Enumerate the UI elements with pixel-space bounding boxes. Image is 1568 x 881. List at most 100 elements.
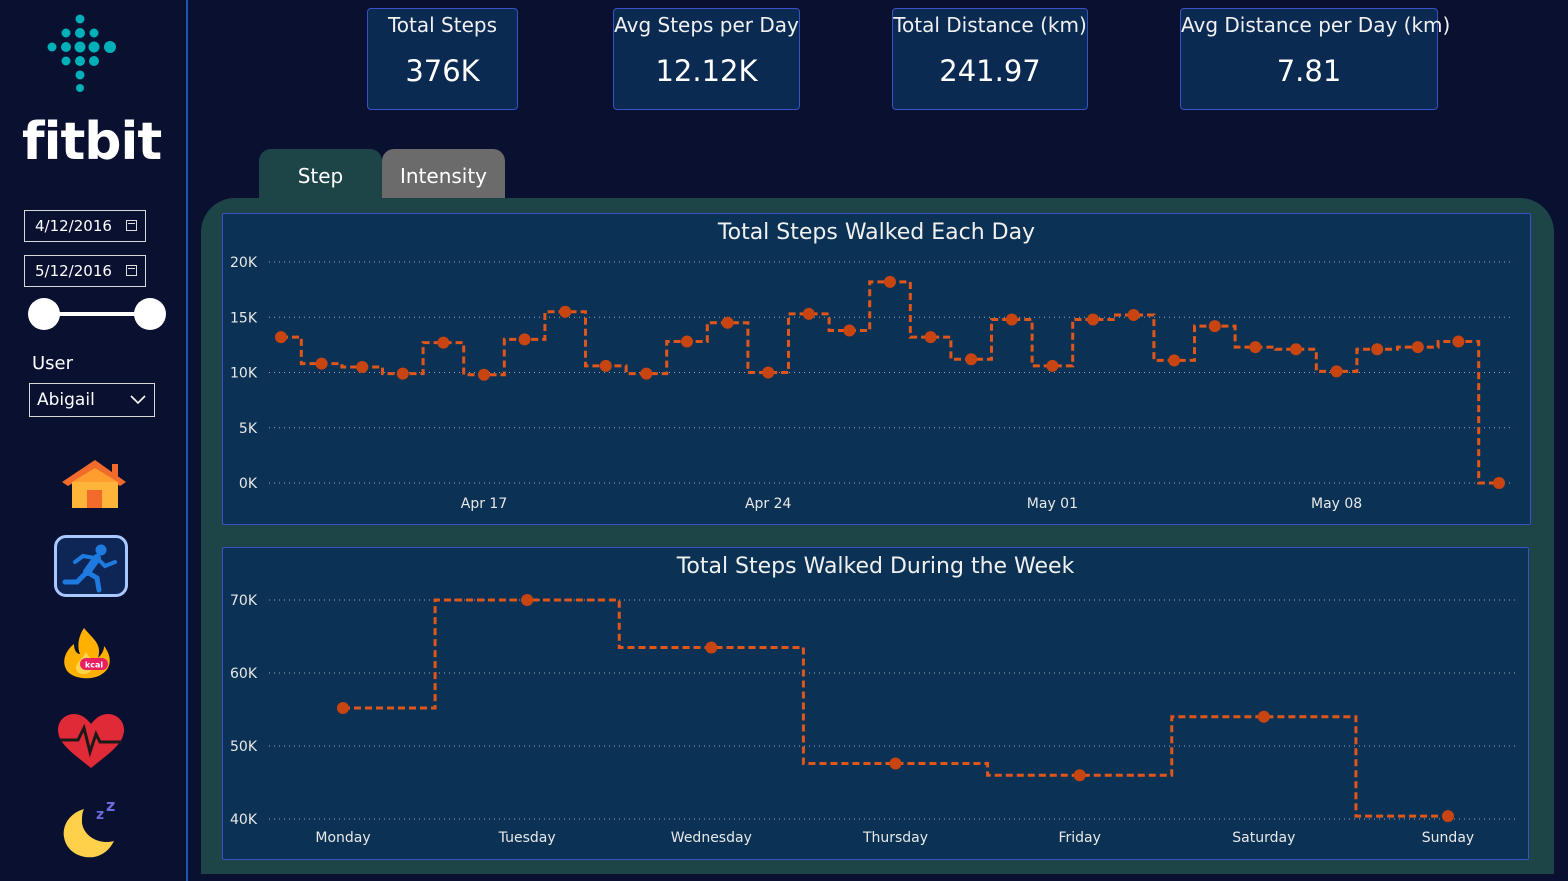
- data-point: [559, 305, 572, 318]
- data-point: [762, 366, 775, 379]
- x-tick-label: Saturday: [1232, 830, 1295, 846]
- chevron-down-icon: [130, 395, 146, 405]
- chart-title: Total Steps Walked During the Week: [676, 554, 1075, 579]
- y-tick-label: 5K: [239, 421, 258, 437]
- start-date-input[interactable]: 4/12/2016: [24, 210, 146, 242]
- kpi-value: 376K: [405, 54, 480, 88]
- data-point: [884, 275, 896, 288]
- running-icon: [62, 544, 117, 593]
- data-point: [1046, 359, 1059, 372]
- home-nav-button[interactable]: [54, 452, 128, 514]
- data-point: [1411, 341, 1424, 354]
- y-tick-label: 10K: [230, 366, 258, 382]
- y-tick-label: 20K: [230, 255, 258, 271]
- kpi-value: 12.12K: [655, 54, 758, 88]
- data-point: [599, 359, 612, 372]
- data-point: [1168, 354, 1181, 367]
- series-line: [343, 598, 1448, 818]
- data-point: [1208, 320, 1221, 333]
- svg-text:z: z: [106, 796, 115, 815]
- data-point: [802, 307, 815, 320]
- sleep-nav-button[interactable]: z z: [54, 795, 128, 858]
- daily-steps-chart: 0K 5K 10K 15K 20K Apr 17 Apr 24 May 01 May 08 To…: [222, 213, 1531, 525]
- calendar-icon[interactable]: [126, 265, 137, 276]
- x-tick-label: Wednesday: [671, 830, 752, 846]
- kpi-title: Avg Distance per Day (km): [1181, 13, 1451, 37]
- data-point: [337, 702, 349, 715]
- data-point: [1330, 365, 1343, 378]
- start-date-value: 4/12/2016: [35, 217, 112, 235]
- kpi-value: 241.97: [939, 54, 1041, 88]
- data-point: [478, 368, 490, 381]
- tab-intensity[interactable]: Intensity: [382, 149, 505, 199]
- data-point: [1073, 769, 1086, 782]
- calories-badge-text: kcal: [85, 661, 103, 670]
- data-point: [924, 331, 937, 344]
- steps-nav-button[interactable]: [54, 535, 128, 597]
- home-icon: [62, 460, 126, 508]
- data-point: [1257, 710, 1270, 723]
- data-point: [396, 367, 409, 380]
- y-tick-label: 0K: [239, 476, 258, 492]
- user-select-value: Abigail: [37, 390, 95, 410]
- heart-rate-icon: [58, 714, 124, 768]
- kpi-title: Avg Steps per Day: [614, 13, 799, 37]
- data-point: [705, 641, 718, 654]
- calendar-icon[interactable]: [126, 220, 137, 231]
- kpi-card-total-steps: Total Steps 376K: [367, 8, 518, 110]
- sidebar: fitbit 4/12/2016 5/12/2016 User Abigail: [0, 0, 188, 881]
- data-point: [437, 336, 450, 349]
- data-point: [275, 331, 287, 344]
- series-line: [281, 280, 1499, 485]
- data-point: [1452, 335, 1465, 348]
- chart-title: Total Steps Walked Each Day: [717, 220, 1036, 245]
- x-tick-label: Tuesday: [498, 830, 556, 846]
- data-point: [1493, 477, 1505, 489]
- data-point: [521, 594, 534, 606]
- svg-text:z: z: [96, 807, 104, 823]
- data-point: [843, 324, 856, 337]
- kpi-card-avg-distance: Avg Distance per Day (km) 7.81: [1180, 8, 1451, 110]
- y-tick-label: 40K: [230, 812, 258, 828]
- x-tick-label: Friday: [1058, 830, 1100, 846]
- data-point: [356, 360, 369, 373]
- x-tick-label: May 08: [1311, 496, 1362, 512]
- y-tick-label: 50K: [230, 739, 258, 755]
- data-point: [1442, 810, 1454, 823]
- data-point: [681, 335, 693, 348]
- y-tick-label: 15K: [230, 310, 258, 326]
- brand-name: fitbit: [22, 112, 162, 172]
- x-tick-label: May 01: [1027, 496, 1078, 512]
- tab-step[interactable]: Step: [259, 149, 382, 199]
- data-point: [1371, 343, 1384, 356]
- data-point: [1249, 341, 1262, 354]
- sleep-moon-icon: z z: [63, 796, 115, 858]
- x-tick-label: Monday: [315, 830, 370, 846]
- data-point: [965, 353, 978, 366]
- y-tick-label: 60K: [230, 666, 258, 682]
- data-point: [1087, 313, 1099, 326]
- x-tick-label: Apr 24: [745, 496, 792, 512]
- data-point: [1005, 313, 1018, 326]
- y-tick-label: 70K: [230, 593, 258, 609]
- calories-nav-button[interactable]: kcal: [54, 622, 128, 684]
- heart-rate-nav-button[interactable]: [54, 712, 128, 774]
- weekly-steps-chart: 40K 50K 60K 70K Monday Tuesday Wednesday Thursd…: [222, 547, 1529, 860]
- data-point: [1127, 309, 1140, 322]
- fitbit-logo-icon: [47, 14, 116, 92]
- data-point: [889, 757, 902, 770]
- calories-flame-icon: kcal: [64, 628, 110, 679]
- date-range-end-handle[interactable]: [134, 298, 166, 330]
- data-point: [721, 316, 734, 329]
- kpi-value: 7.81: [1276, 54, 1342, 88]
- date-range-start-handle[interactable]: [28, 298, 60, 330]
- daily-steps-chart-svg: 0K 5K 10K 15K 20K Apr 17 Apr 24 May 01 May 08: [230, 255, 1513, 512]
- weekly-steps-chart-svg: 40K 50K 60K 70K Monday Tuesday Wednesday Thursd…: [230, 593, 1519, 846]
- data-point: [315, 357, 328, 370]
- data-point: [640, 367, 653, 380]
- end-date-input[interactable]: 5/12/2016: [24, 255, 146, 287]
- data-point: [518, 333, 531, 346]
- kpi-title: Total Distance (km): [893, 13, 1087, 37]
- user-filter-label: User: [32, 353, 74, 374]
- user-select[interactable]: Abigail: [29, 383, 155, 417]
